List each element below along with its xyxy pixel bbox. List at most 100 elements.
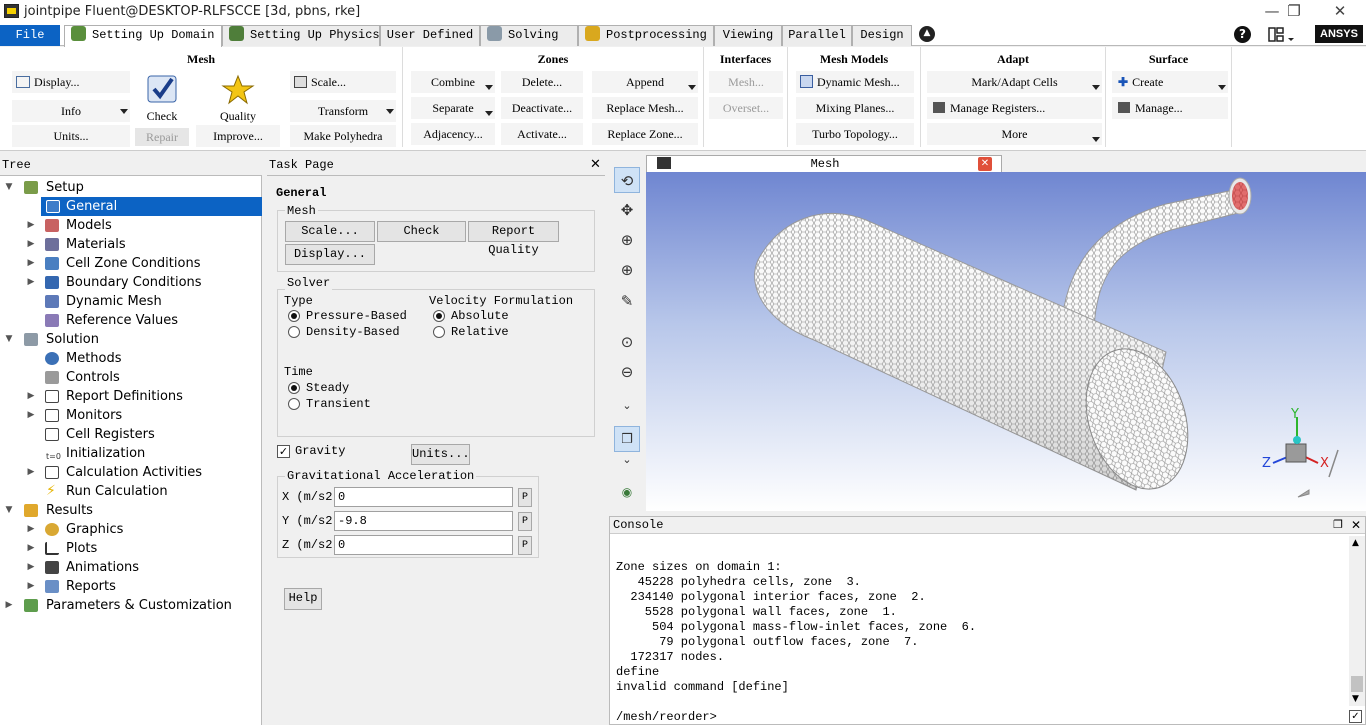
tab-postprocessing[interactable]: Postprocessing [578,25,714,46]
tree-item-initialization[interactable]: t=0 Initialization [0,444,262,463]
zones-adjacency-button[interactable]: Adjacency... [411,123,495,145]
tree-item-results[interactable]: ▼ Results [0,501,262,520]
rotate-icon[interactable]: ⟲ [614,167,640,193]
tree-item-cell-registers[interactable]: Cell Registers [0,425,262,444]
manage-registers-button[interactable]: Manage Registers... [927,97,1102,119]
display-button[interactable]: Display... [285,244,375,265]
z-accel-input[interactable]: 0 [334,535,513,555]
tree-item-report-definitions[interactable]: ▶ Report Definitions [0,387,262,406]
console-scrollbar[interactable]: ▲ ▼ [1349,536,1365,706]
adapt-more-button[interactable]: More [927,123,1102,145]
layout-icon[interactable] [1266,26,1294,44]
mesh-info-button[interactable]: Info [12,100,130,122]
pressure-based-radio[interactable] [288,310,300,322]
zoom-in-icon[interactable]: ⊕ [614,257,640,283]
tree-item-calculation-activities[interactable]: ▶ Calculation Activities [0,463,262,482]
collapse-ribbon-icon[interactable]: ▲ [919,26,935,42]
x-param-button[interactable]: P [518,488,532,507]
tab-parallel[interactable]: Parallel [782,25,852,46]
mark-adapt-cells-button[interactable]: Mark/Adapt Cells [927,71,1102,93]
mesh-improve-button[interactable]: Improve... [196,125,280,147]
z-param-button[interactable]: P [518,536,532,555]
scroll-up-icon[interactable]: ▲ [1352,538,1359,548]
zones-combine-button[interactable]: Combine [411,71,495,93]
graphics-tab[interactable]: Mesh ✕ [646,155,1002,172]
surface-manage-button[interactable]: Manage... [1112,97,1228,119]
y-accel-input[interactable]: -9.8 [334,511,513,531]
scale-button[interactable]: Scale... [285,221,375,242]
make-polyhedra-button[interactable]: Make Polyhedra [290,125,396,147]
mesh-transform-button[interactable]: Transform [290,100,396,122]
tab-file[interactable]: File [0,25,60,46]
turbo-topology-button[interactable]: Turbo Topology... [796,123,914,145]
zoom-icon[interactable]: ⊕ [614,227,640,253]
tree-item-parameters-customization[interactable]: ▶ Parameters & Customization [0,596,262,615]
tab-solving[interactable]: Solving [480,25,578,46]
fit-to-window-icon[interactable]: ⊙ [614,329,640,355]
graphics-viewport[interactable]: Y Z X [646,172,1366,511]
zones-append-button[interactable]: Append [592,71,698,93]
tree-item-plots[interactable]: ▶ Plots [0,539,262,558]
tree-item-animations[interactable]: ▶ Animations [0,558,262,577]
mixing-planes-button[interactable]: Mixing Planes... [796,97,914,119]
pan-icon[interactable]: ✥ [614,197,640,223]
console-close-button[interactable]: ✕ [1351,518,1361,532]
scroll-thumb[interactable] [1351,676,1363,692]
probe-icon[interactable]: ✎ [614,288,640,314]
tree-item-materials[interactable]: ▶ Materials [0,235,262,254]
mesh-scale-button[interactable]: Scale... [290,71,396,93]
display-options-icon[interactable]: ◉ [614,479,640,505]
gravity-checkbox[interactable]: ✓ [277,445,290,458]
y-param-button[interactable]: P [518,512,532,531]
graphics-tab-close-button[interactable]: ✕ [978,157,992,171]
absolute-radio[interactable] [433,310,445,322]
task-page-close-button[interactable]: ✕ [590,157,601,172]
mesh-check-button[interactable]: Check [138,73,186,123]
replace-zone-button[interactable]: Replace Zone... [592,123,698,145]
units-button[interactable]: Units... [411,444,470,465]
relative-radio[interactable] [433,326,445,338]
tab-setting-up-domain[interactable]: Setting Up Domain [64,25,222,47]
tree-item-dynamic-mesh[interactable]: Dynamic Mesh [0,292,262,311]
zones-separate-button[interactable]: Separate [411,97,495,119]
check-button[interactable]: Check [377,221,466,242]
mesh-display-button[interactable]: Display... [12,71,130,93]
tree-item-models[interactable]: ▶ Models [0,216,262,235]
x-accel-input[interactable]: 0 [334,487,513,507]
tree-item-methods[interactable]: Methods [0,349,262,368]
zones-activate-button[interactable]: Activate... [501,123,583,145]
zones-delete-button[interactable]: Delete... [501,71,583,93]
report-quality-button[interactable]: Report Quality [468,221,559,257]
tree-item-solution[interactable]: ▼ Solution [0,330,262,349]
tree-item-monitors[interactable]: ▶ Monitors [0,406,262,425]
mesh-repair-button[interactable]: Repair [135,128,189,146]
zones-deactivate-button[interactable]: Deactivate... [501,97,583,119]
expand-views-icon[interactable]: ⌄ [614,447,640,473]
tab-viewing[interactable]: Viewing [714,25,782,46]
tree-item-general[interactable]: General [41,197,262,216]
tree-item-boundary-conditions[interactable]: ▶ Boundary Conditions [0,273,262,292]
replace-mesh-button[interactable]: Replace Mesh... [592,97,698,119]
mesh-quality-button[interactable]: Quality [196,73,280,123]
zoom-out-icon[interactable]: ⊖ [614,359,640,385]
maximize-button[interactable]: ❐ [1272,1,1316,21]
dynamic-mesh-button[interactable]: Dynamic Mesh... [796,71,914,93]
help-button[interactable]: Help [284,588,322,610]
tree-item-graphics[interactable]: ▶ Graphics [0,520,262,539]
tree-item-reference-values[interactable]: Reference Values [0,311,262,330]
transient-radio[interactable] [288,398,300,410]
tree-item-reports[interactable]: ▶ Reports [0,577,262,596]
expand-more-icon[interactable]: ⌄ [614,393,640,419]
mesh-units-button[interactable]: Units... [12,125,130,147]
console-prompt[interactable]: /mesh/reorder> [616,710,717,724]
console-float-icon[interactable]: ❐ [1333,518,1343,531]
interfaces-mesh-button[interactable]: Mesh... [709,71,783,93]
surface-create-button[interactable]: ✚ Create [1112,71,1228,93]
tree-item-run-calculation[interactable]: ⚡ Run Calculation [0,482,262,501]
help-icon[interactable]: ? [1234,26,1251,43]
tab-user-defined[interactable]: User Defined [380,25,480,46]
close-window-button[interactable]: ✕ [1318,1,1362,21]
tab-design[interactable]: Design [852,25,912,46]
tree-item-setup[interactable]: ▼ Setup [0,178,262,197]
tree-item-controls[interactable]: Controls [0,368,262,387]
